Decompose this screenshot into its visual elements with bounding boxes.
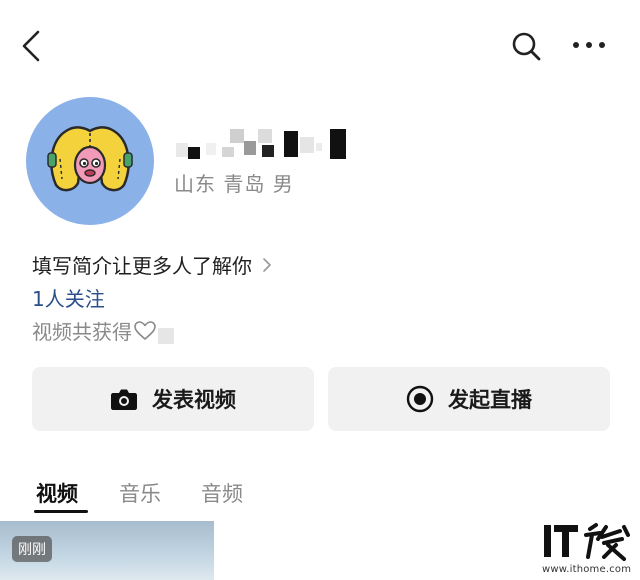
- back-button[interactable]: [14, 26, 50, 66]
- video-thumbnail[interactable]: 刚刚: [0, 521, 214, 580]
- go-live-label: 发起直播: [448, 388, 532, 412]
- ithome-watermark: www.ithome.com: [540, 521, 632, 577]
- likes-count-redacted: [158, 327, 174, 344]
- pixel-mosaic: [176, 129, 346, 159]
- username-redacted: [172, 127, 350, 161]
- tab-audio[interactable]: 音频: [201, 478, 243, 508]
- location-gender: 山东 青岛 男: [174, 172, 294, 196]
- more-horizontal-icon: [573, 42, 605, 48]
- live-record-icon: [406, 385, 434, 413]
- search-icon: [512, 32, 541, 61]
- chevron-left-icon: [22, 30, 40, 62]
- active-tab-indicator: [34, 510, 88, 513]
- search-button[interactable]: [508, 28, 544, 64]
- publish-video-button[interactable]: 发表视频: [32, 367, 314, 431]
- time-badge: 刚刚: [12, 536, 52, 562]
- tab-music[interactable]: 音乐: [119, 478, 161, 508]
- bio-prompt-link[interactable]: 填写简介让更多人了解你: [32, 250, 272, 279]
- watermark-url: www.ithome.com: [542, 564, 632, 575]
- camera-icon: [111, 389, 137, 410]
- following-count-link[interactable]: 1人关注: [32, 283, 105, 312]
- more-button[interactable]: [568, 30, 612, 60]
- likes-label: 视频共获得: [32, 320, 132, 344]
- bio-prompt-label: 填写简介让更多人了解你: [32, 254, 252, 278]
- ithome-logo: [544, 523, 630, 561]
- chevron-right-icon: [263, 257, 271, 272]
- cartoon-avatar-icon: [47, 126, 133, 192]
- heart-icon: [134, 320, 156, 340]
- publish-video-label: 发表视频: [152, 388, 236, 412]
- likes-summary: 视频共获得: [32, 316, 174, 345]
- tab-videos[interactable]: 视频: [36, 478, 78, 508]
- go-live-button[interactable]: 发起直播: [328, 367, 610, 431]
- avatar[interactable]: [26, 97, 154, 225]
